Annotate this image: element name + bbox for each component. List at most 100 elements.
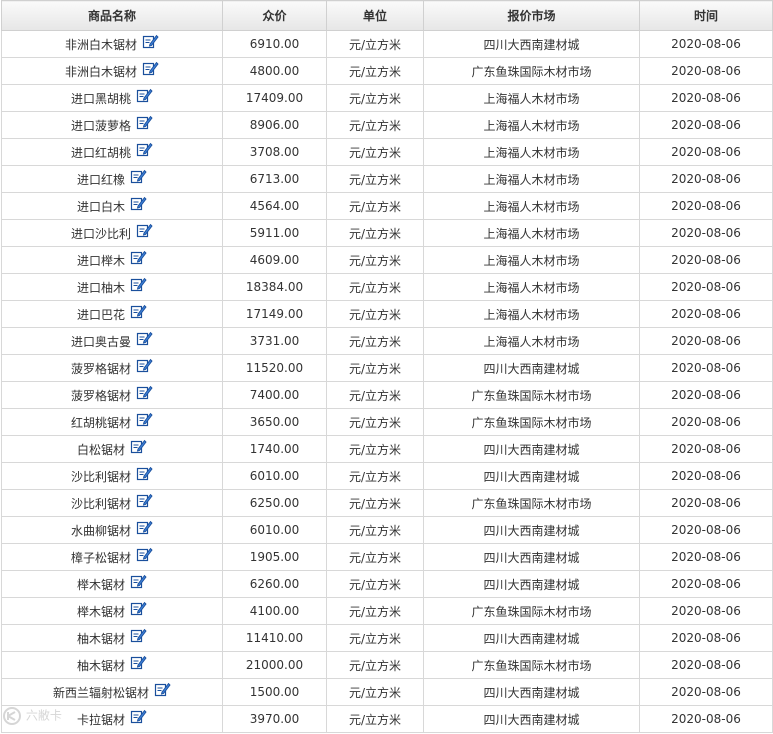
price-cell: 11410.00: [222, 624, 327, 652]
header-row: 商品名称 众价 单位 报价市场 时间: [1, 0, 773, 31]
table-row: 进口榉木 4609.00 元/立方米 上海福人木材市场 2020-08-06: [1, 246, 773, 274]
edit-note-icon[interactable]: [136, 222, 153, 238]
product-name-cell: 柚木锯材: [1, 624, 223, 652]
table-row: 樟子松锯材 1905.00 元/立方米 四川大西南建材城 2020-08-06: [1, 543, 773, 571]
unit-cell: 元/立方米: [326, 84, 424, 112]
date-cell: 2020-08-06: [639, 651, 773, 679]
product-name: 进口榉木: [76, 253, 125, 268]
product-name-cell: 进口沙比利: [1, 219, 223, 247]
edit-note-icon[interactable]: [142, 33, 159, 49]
price-cell: 5911.00: [222, 219, 327, 247]
edit-note-icon[interactable]: [130, 195, 147, 211]
price-cell: 1740.00: [222, 435, 327, 463]
market-cell: 上海福人木材市场: [423, 84, 640, 112]
date-cell: 2020-08-06: [639, 219, 773, 247]
price-cell: 6010.00: [222, 516, 327, 544]
date-cell: 2020-08-06: [639, 84, 773, 112]
edit-note-icon[interactable]: [136, 330, 153, 346]
product-name: 白松锯材: [76, 442, 125, 457]
product-name: 进口沙比利: [70, 226, 131, 241]
edit-note-icon[interactable]: [136, 546, 153, 562]
edit-note-icon[interactable]: [154, 681, 171, 697]
product-name-cell: 榉木锯材: [1, 570, 223, 598]
market-cell: 广东鱼珠国际木材市场: [423, 597, 640, 625]
unit-cell: 元/立方米: [326, 435, 424, 463]
product-name: 进口红橡: [76, 172, 125, 187]
date-cell: 2020-08-06: [639, 678, 773, 706]
edit-note-icon[interactable]: [130, 573, 147, 589]
unit-cell: 元/立方米: [326, 408, 424, 436]
date-cell: 2020-08-06: [639, 408, 773, 436]
product-name-cell: 樟子松锯材: [1, 543, 223, 571]
product-name-cell: 进口红橡: [1, 165, 223, 193]
market-cell: 广东鱼珠国际木材市场: [423, 489, 640, 517]
edit-note-icon[interactable]: [136, 87, 153, 103]
product-name-cell: 进口柚木: [1, 273, 223, 301]
edit-note-icon[interactable]: [136, 114, 153, 130]
date-cell: 2020-08-06: [639, 381, 773, 409]
date-cell: 2020-08-06: [639, 462, 773, 490]
market-cell: 上海福人木材市场: [423, 246, 640, 274]
unit-cell: 元/立方米: [326, 678, 424, 706]
unit-cell: 元/立方米: [326, 165, 424, 193]
date-cell: 2020-08-06: [639, 543, 773, 571]
product-name: 进口红胡桃: [70, 145, 131, 160]
unit-cell: 元/立方米: [326, 327, 424, 355]
date-cell: 2020-08-06: [639, 327, 773, 355]
price-cell: 7400.00: [222, 381, 327, 409]
date-cell: 2020-08-06: [639, 138, 773, 166]
edit-note-icon[interactable]: [136, 141, 153, 157]
edit-note-icon[interactable]: [136, 357, 153, 373]
date-cell: 2020-08-06: [639, 516, 773, 544]
product-name-cell: 非洲白木锯材: [1, 30, 223, 58]
product-name: 非洲白木锯材: [64, 64, 137, 79]
edit-note-icon[interactable]: [130, 249, 147, 265]
product-name: 进口奥古曼: [70, 334, 131, 349]
date-cell: 2020-08-06: [639, 435, 773, 463]
unit-cell: 元/立方米: [326, 273, 424, 301]
edit-note-icon[interactable]: [136, 384, 153, 400]
edit-note-icon[interactable]: [130, 654, 147, 670]
unit-cell: 元/立方米: [326, 111, 424, 139]
edit-note-icon[interactable]: [136, 411, 153, 427]
market-cell: 广东鱼珠国际木材市场: [423, 381, 640, 409]
header-market: 报价市场: [423, 0, 640, 31]
date-cell: 2020-08-06: [639, 273, 773, 301]
edit-note-icon[interactable]: [136, 519, 153, 535]
product-name: 卡拉锯材: [76, 712, 125, 727]
date-cell: 2020-08-06: [639, 57, 773, 85]
price-cell: 4564.00: [222, 192, 327, 220]
unit-cell: 元/立方米: [326, 543, 424, 571]
edit-note-icon[interactable]: [142, 60, 159, 76]
table-row: 沙比利锯材 6250.00 元/立方米 广东鱼珠国际木材市场 2020-08-06: [1, 489, 773, 517]
table-row: 进口奥古曼 3731.00 元/立方米 上海福人木材市场 2020-08-06: [1, 327, 773, 355]
date-cell: 2020-08-06: [639, 246, 773, 274]
edit-note-icon[interactable]: [130, 303, 147, 319]
product-name-cell: 卡拉锯材: [1, 705, 223, 733]
market-cell: 广东鱼珠国际木材市场: [423, 408, 640, 436]
product-name-cell: 水曲柳锯材: [1, 516, 223, 544]
edit-note-icon[interactable]: [136, 465, 153, 481]
market-cell: 上海福人木材市场: [423, 219, 640, 247]
edit-note-icon[interactable]: [130, 627, 147, 643]
table-row: 柚木锯材 11410.00 元/立方米 四川大西南建材城 2020-08-06: [1, 624, 773, 652]
market-cell: 广东鱼珠国际木材市场: [423, 57, 640, 85]
edit-note-icon[interactable]: [136, 492, 153, 508]
price-cell: 17409.00: [222, 84, 327, 112]
product-name-cell: 进口菠萝格: [1, 111, 223, 139]
market-cell: 广东鱼珠国际木材市场: [423, 651, 640, 679]
product-name-cell: 菠罗格锯材: [1, 381, 223, 409]
edit-note-icon[interactable]: [130, 168, 147, 184]
product-name: 沙比利锯材: [70, 469, 131, 484]
table-row: 进口柚木 18384.00 元/立方米 上海福人木材市场 2020-08-06: [1, 273, 773, 301]
unit-cell: 元/立方米: [326, 138, 424, 166]
edit-note-icon[interactable]: [130, 708, 147, 724]
table-row: 菠罗格锯材 7400.00 元/立方米 广东鱼珠国际木材市场 2020-08-06: [1, 381, 773, 409]
edit-note-icon[interactable]: [130, 438, 147, 454]
unit-cell: 元/立方米: [326, 354, 424, 382]
table-row: 进口红胡桃 3708.00 元/立方米 上海福人木材市场 2020-08-06: [1, 138, 773, 166]
edit-note-icon[interactable]: [130, 276, 147, 292]
date-cell: 2020-08-06: [639, 597, 773, 625]
date-cell: 2020-08-06: [639, 624, 773, 652]
edit-note-icon[interactable]: [130, 600, 147, 616]
